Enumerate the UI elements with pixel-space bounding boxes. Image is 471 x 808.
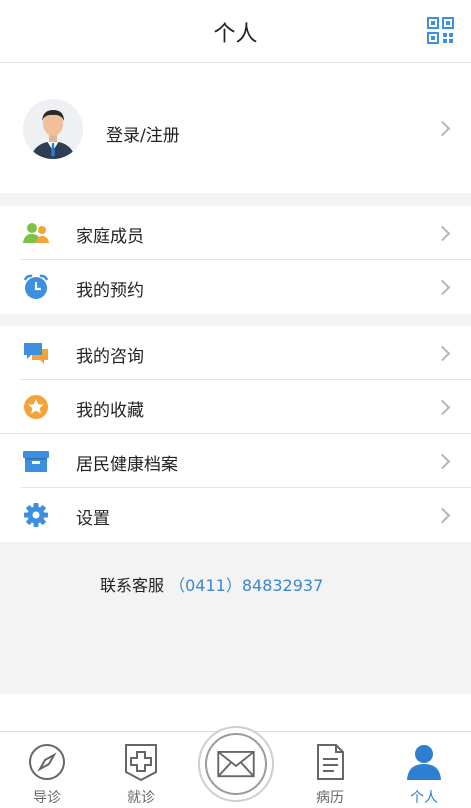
alarm-clock-icon [23,274,49,299]
tab-label: 导诊 [33,790,61,806]
customer-service-text: 联系客服 （0411）84832937 [100,572,323,596]
chevron-right-icon [434,399,451,416]
menu-item-family-members[interactable]: 家庭成员 [0,206,471,260]
page-title: 个人 [213,22,258,47]
menu-item-my-consultations[interactable]: 我的咨询 [0,326,471,380]
chevron-right-icon [434,279,451,296]
avatar-icon [23,99,83,159]
menu-item-my-favorites[interactable]: 我的收藏 [0,380,471,434]
person-icon [407,745,441,780]
menu-item-my-appointments[interactable]: 我的预约 [0,260,471,314]
message-center-button[interactable] [198,726,274,802]
customer-service-phone[interactable]: （0411）84832937 [169,576,323,595]
menu-item-settings[interactable]: 设置 [0,488,471,542]
login-register-label: 登录/注册 [106,126,180,146]
qrcode-icon[interactable] [427,17,454,44]
chevron-right-icon [434,507,451,524]
menu-item-health-records[interactable]: 居民健康档案 [0,434,471,488]
menu-item-label: 我的收藏 [76,401,144,421]
gear-icon [24,503,48,527]
archive-box-icon [23,451,49,472]
menu-item-label: 居民健康档案 [76,455,178,475]
envelope-icon [217,751,255,778]
profile-login-row[interactable]: 登录/注册 [0,63,471,193]
tab-visit[interactable]: 就诊 [101,732,181,808]
chat-bubbles-icon [24,343,48,364]
chevron-right-icon [434,120,451,137]
tab-guide[interactable]: 导诊 [7,732,87,808]
section-gap [0,314,471,326]
customer-service-panel: 联系客服 （0411）84832937 [0,542,471,694]
document-icon [317,744,344,780]
section-gap [0,193,471,206]
chevron-right-icon [434,345,451,362]
family-members-icon [23,223,49,243]
header-bar: 个人 [0,0,471,63]
chevron-right-icon [434,453,451,470]
star-icon [24,395,48,419]
medical-cross-icon [125,744,157,782]
tab-label: 个人 [410,790,438,806]
menu-item-label: 我的咨询 [76,347,144,367]
tab-records[interactable]: 病历 [290,732,370,808]
tab-label: 就诊 [127,790,155,806]
menu-item-label: 设置 [76,509,110,529]
menu-item-label: 家庭成员 [76,227,144,247]
customer-service-label: 联系客服 [100,576,165,595]
chevron-right-icon [434,225,451,242]
compass-icon [29,744,65,780]
tab-personal[interactable]: 个人 [384,732,464,808]
menu-item-label: 我的预约 [76,281,144,301]
tab-label: 病历 [316,790,344,806]
